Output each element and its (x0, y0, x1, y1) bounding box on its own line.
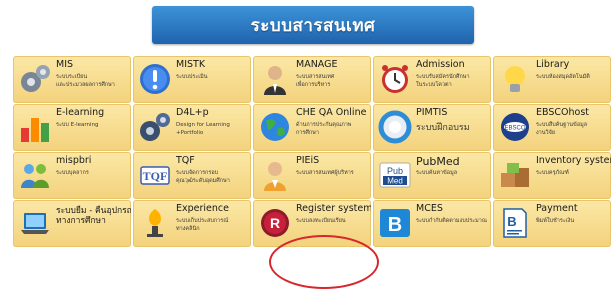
tile-title: PubMed (416, 155, 460, 168)
tqf-icon: TQF (136, 155, 174, 195)
tile-admission[interactable]: Admission ระบบรับสมัครนักศึกษา ในระบบโคว… (373, 56, 491, 103)
tile-mis[interactable]: MIS ระบบระเบียน และประมวลผลการศึกษา (13, 56, 131, 103)
boxes-icon (496, 155, 534, 195)
svg-text:Med: Med (387, 177, 403, 186)
tile-title: MIS (56, 59, 74, 70)
tile-title: MCES (416, 203, 443, 214)
tile-title: MANAGE (296, 59, 338, 70)
section-header: ระบบสารสนเทศ (152, 6, 474, 44)
tile-title: PIMTIS (416, 107, 448, 118)
tile-subtitle: ระบบห้องสมุดอัตโนมัติ (536, 74, 590, 80)
globe-icon (256, 107, 294, 147)
tile-e-learning[interactable]: E-learning ระบบ E-learning (13, 104, 131, 151)
tile-subtitle: พิมพ์ใบชำระเงิน (536, 218, 575, 224)
exclamation-icon (136, 59, 174, 99)
tile-payment[interactable]: B Payment พิมพ์ใบชำระเงิน (493, 200, 611, 247)
lightbulb-icon (496, 59, 534, 99)
tile-mces[interactable]: B MCES ระบบกำกับติดตามงบประมาณ (373, 200, 491, 247)
ebsco-icon: EBSCO (496, 107, 534, 147)
tile-title: mispbri (56, 155, 92, 166)
tile-subtitle: ระบบฝึกอบรม (416, 123, 470, 133)
tile-title: E-learning (56, 107, 105, 118)
pubmed-icon: Pub Med (376, 155, 414, 195)
svg-text:B: B (507, 214, 516, 229)
bill-icon: B (496, 203, 534, 243)
svg-text:EBSCO: EBSCO (504, 126, 525, 132)
tile-ebscohost[interactable]: EBSCO EBSCOhost ระบบสืบค้นฐานข้อมูล งานว… (493, 104, 611, 151)
tile-subtitle: Design for Learning +Portfolio (176, 122, 230, 136)
alarm-clock-icon (376, 59, 414, 99)
tile-subtitle: ระบบครุภัณฑ์ (536, 170, 569, 176)
svg-text:TQF: TQF (143, 169, 168, 183)
tile-title: Admission (416, 59, 465, 70)
bar-chart-icon (16, 107, 54, 147)
tile-title: Library (536, 59, 570, 70)
tile-title: D4L+p (176, 107, 209, 118)
tile-mispbri[interactable]: mispbri ระบบบุคลากร (13, 152, 131, 199)
tile-manage[interactable]: MANAGE ระบบสารสนเทศ เพื่อการบริหาร (253, 56, 371, 103)
tile-mistk[interactable]: MISTK ระบบประเมิน (133, 56, 251, 103)
person-icon (256, 155, 294, 195)
tile-title: EBSCOhost (536, 107, 590, 118)
tile-pieis[interactable]: PIEiS ระบบสารสนเทศผู้บริหาร (253, 152, 371, 199)
register-icon: R (256, 203, 294, 243)
tile-pubmed[interactable]: Pub Med PubMed ระบบค้นหาข้อมูล (373, 152, 491, 199)
tile-title: ระบบยืม - คืนอุปกรณ์ ทางการศึกษา (56, 206, 131, 226)
bitcoin-icon: B (376, 203, 414, 243)
tile-subtitle: ระบบเก็บประสบการณ์ ทางคลินิก (176, 218, 229, 232)
tile-che-qa-online[interactable]: CHE QA Online ด้านการประกันคุณภาพ การศึก… (253, 104, 371, 151)
highlight-circle (269, 235, 379, 289)
tile-library[interactable]: Library ระบบห้องสมุดอัตโนมัติ (493, 56, 611, 103)
tile-title: Experience (176, 203, 229, 214)
tile-subtitle: ระบบ E-learning (56, 122, 99, 128)
tile-subtitle: ระบบจัดการกรอบ คุณวุฒิระดับอุดมศึกษา (176, 170, 230, 184)
system-grid: MIS ระบบระเบียน และประมวลผลการศึกษา MIST… (13, 56, 611, 289)
tile-subtitle: ระบบสืบค้นฐานข้อมูล งานวิจัย (536, 122, 588, 136)
laptop-icon (16, 203, 54, 243)
people-icon (16, 155, 54, 195)
life-ring-icon (376, 107, 414, 147)
svg-text:R: R (270, 215, 280, 231)
tile-subtitle: ระบบสารสนเทศ เพื่อการบริหาร (296, 74, 335, 88)
tile-pimtis[interactable]: PIMTIS ระบบฝึกอบรม (373, 104, 491, 151)
tile-subtitle: ระบบสารสนเทศผู้บริหาร (296, 170, 354, 176)
tile-experience[interactable]: Experience ระบบเก็บประสบการณ์ ทางคลินิก (133, 200, 251, 247)
tile-subtitle: ระบบระเบียน และประมวลผลการศึกษา (56, 74, 115, 88)
tile-title: Register system (296, 203, 371, 214)
tile-title: PIEiS (296, 155, 320, 166)
svg-text:B: B (388, 214, 402, 236)
tile-subtitle: ด้านการประกันคุณภาพ การศึกษา (296, 122, 352, 136)
tile-title: Inventory system (536, 155, 611, 166)
person-icon (256, 59, 294, 99)
tile-d4lp[interactable]: D4L+p Design for Learning +Portfolio (133, 104, 251, 151)
tile-title: MISTK (176, 59, 206, 70)
section-title: ระบบสารสนเทศ (250, 15, 376, 36)
tile-subtitle: ระบบกำกับติดตามงบประมาณ (416, 218, 487, 224)
tile-equipment-loan[interactable]: ระบบยืม - คืนอุปกรณ์ ทางการศึกษา (13, 200, 131, 247)
tile-subtitle: ระบบค้นหาข้อมูล (416, 170, 458, 176)
tile-title: Payment (536, 203, 578, 214)
gears-icon (16, 59, 54, 99)
tile-subtitle: ระบบลงทะเบียนเรียน (296, 218, 346, 224)
tile-title: CHE QA Online (296, 107, 367, 118)
tile-tqf[interactable]: TQF TQF ระบบจัดการกรอบ คุณวุฒิระดับอุดมศ… (133, 152, 251, 199)
tile-subtitle: ระบบรับสมัครนักศึกษา ในระบบโควตา (416, 74, 470, 88)
svg-text:Pub: Pub (387, 166, 403, 176)
lamp-icon (136, 203, 174, 243)
gears-icon (136, 107, 174, 147)
tile-subtitle: ระบบบุคลากร (56, 170, 89, 176)
tile-inventory-system[interactable]: Inventory system ระบบครุภัณฑ์ (493, 152, 611, 199)
tile-title: TQF (176, 155, 195, 166)
tile-subtitle: ระบบประเมิน (176, 74, 208, 80)
